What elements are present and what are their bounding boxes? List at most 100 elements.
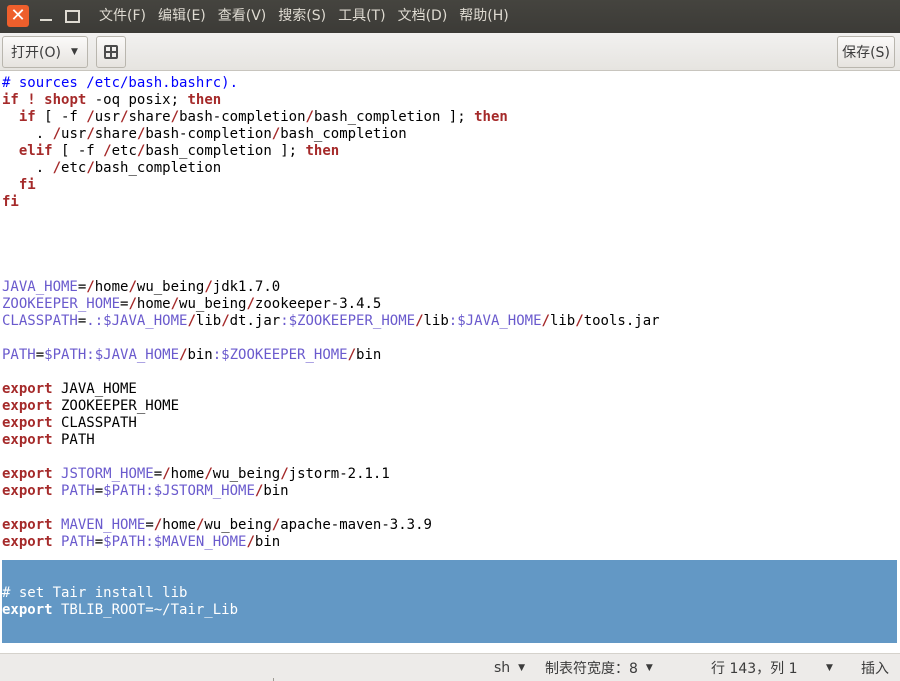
menu-search[interactable]: 搜索(S): [272, 0, 332, 33]
code-token: :$ZOOKEEPER_HOME: [280, 313, 416, 329]
language-label: sh: [494, 660, 511, 676]
code-token: wu_being: [212, 466, 281, 482]
code-token: /: [187, 313, 196, 329]
code-token: export: [2, 534, 53, 550]
code-line: export JAVA_HOME: [2, 381, 660, 398]
code-token: $PATH:$JAVA_HOME: [44, 347, 180, 363]
save-button[interactable]: 保存(S): [837, 36, 895, 68]
code-token: bin: [356, 347, 382, 363]
code-token: /: [103, 143, 112, 159]
menu-bar: ✕ 文件(F) 编辑(E) 查看(V) 搜索(S) 工具(T) 文档(D) 帮助…: [0, 0, 900, 33]
maximize-icon[interactable]: [61, 5, 83, 27]
code-token: if: [18, 109, 36, 125]
code-token: /: [575, 313, 584, 329]
code-line: export JSTORM_HOME=/home/wu_being/jstorm…: [2, 466, 660, 483]
code-token: bin: [263, 483, 289, 499]
code-line: ZOOKEEPER_HOME=/home/wu_being/zookeeper-…: [2, 296, 660, 313]
code-line: elif [ -f /etc/bash_completion ]; then: [2, 143, 660, 160]
code-token: CLASSPATH: [52, 415, 137, 431]
menu-view[interactable]: 查看(V): [212, 0, 273, 33]
code-token: wu_being: [204, 517, 272, 533]
menu-documents[interactable]: 文档(D): [392, 0, 454, 33]
menu-file[interactable]: 文件(F): [93, 0, 152, 33]
code-token: fi: [18, 177, 36, 193]
code-token: elif: [18, 143, 53, 159]
code-token: bash_completion: [94, 160, 222, 176]
code-token: :$JAVA_HOME: [448, 313, 542, 329]
code-token: /: [128, 279, 137, 295]
code-token: apache-maven-3.3.9: [280, 517, 432, 533]
code-token: jdk1.7.0: [212, 279, 281, 295]
code-token: [ -f: [35, 109, 87, 125]
minimize-icon[interactable]: [35, 5, 57, 27]
code-token: /: [246, 534, 255, 550]
code-token: =: [94, 483, 104, 499]
code-token: shopt: [44, 92, 87, 108]
code-token: home: [170, 466, 205, 482]
code-token: then: [187, 92, 222, 108]
code-token: [ -f: [52, 143, 104, 159]
mode-dropdown[interactable]: ▼: [826, 654, 833, 681]
tab-width-selector[interactable]: 制表符宽度：8 ▼: [545, 654, 653, 681]
code-token: export: [2, 466, 53, 482]
code-token: fi: [2, 194, 19, 210]
chevron-down-icon: ▼: [645, 663, 653, 673]
code-line: . /usr/share/bash-completion/bash_comple…: [2, 126, 660, 143]
status-bar: sh ▼ 制表符宽度：8 ▼ 行 143，列 1 ▼ 插入: [0, 653, 900, 681]
code-token: tools.jar: [583, 313, 660, 329]
menu-tools[interactable]: 工具(T): [332, 0, 391, 33]
code-token: export: [2, 483, 53, 499]
code-token: :$ZOOKEEPER_HOME: [212, 347, 348, 363]
code-token: /: [246, 296, 255, 312]
code-token: ZOOKEEPER_HOME: [52, 398, 180, 414]
code-token: =: [94, 534, 104, 550]
code-token: home: [94, 279, 129, 295]
code-line: export PATH: [2, 432, 660, 449]
code-token: /: [86, 109, 95, 125]
code-token: export: [2, 381, 53, 397]
code-token: share: [128, 109, 171, 125]
chevron-down-icon: ▼: [518, 663, 526, 673]
code-token: JAVA_HOME: [2, 279, 78, 295]
code-token: usr: [61, 126, 87, 142]
code-token: /: [204, 466, 213, 482]
code-token: # sources /etc/bash.bashrc).: [2, 75, 239, 91]
code-token: /: [52, 160, 62, 176]
code-token: /: [86, 279, 95, 295]
code-token: /: [128, 296, 137, 312]
code-token: lib: [549, 313, 576, 329]
code-token: bash-completion: [179, 109, 306, 125]
code-token: =: [153, 466, 163, 482]
code-token: home: [162, 517, 196, 533]
code-line: CLASSPATH=.:$JAVA_HOME/lib/dt.jar:$ZOOKE…: [2, 313, 660, 330]
open-button[interactable]: 打开(O) ▼: [2, 36, 88, 68]
code-token: /: [162, 466, 171, 482]
code-token: bash_completion ];: [313, 109, 475, 125]
language-selector[interactable]: sh ▼: [494, 654, 525, 681]
text-editor[interactable]: # sources /etc/bash.bashrc). if ! shopt -…: [0, 71, 900, 653]
new-document-button[interactable]: [96, 36, 126, 68]
toolbar: 打开(O) ▼ 保存(S): [0, 33, 900, 71]
code-line: fi: [2, 177, 660, 194]
insert-mode[interactable]: 插入: [861, 654, 889, 681]
code-token: .: [2, 126, 53, 142]
code-token: .: [2, 160, 53, 176]
new-document-icon: [104, 45, 118, 59]
code-token: /: [86, 160, 95, 176]
code-token: /: [52, 126, 62, 142]
code-line: export CLASSPATH: [2, 415, 660, 432]
menu-edit[interactable]: 编辑(E): [152, 0, 212, 33]
code-token: lib: [423, 313, 449, 329]
chevron-down-icon: ▼: [826, 663, 833, 673]
close-icon[interactable]: ✕: [7, 5, 29, 27]
menu-help[interactable]: 帮助(H): [453, 0, 514, 33]
code-line: export TBLIB_ROOT=~/Tair_Lib: [2, 602, 660, 619]
